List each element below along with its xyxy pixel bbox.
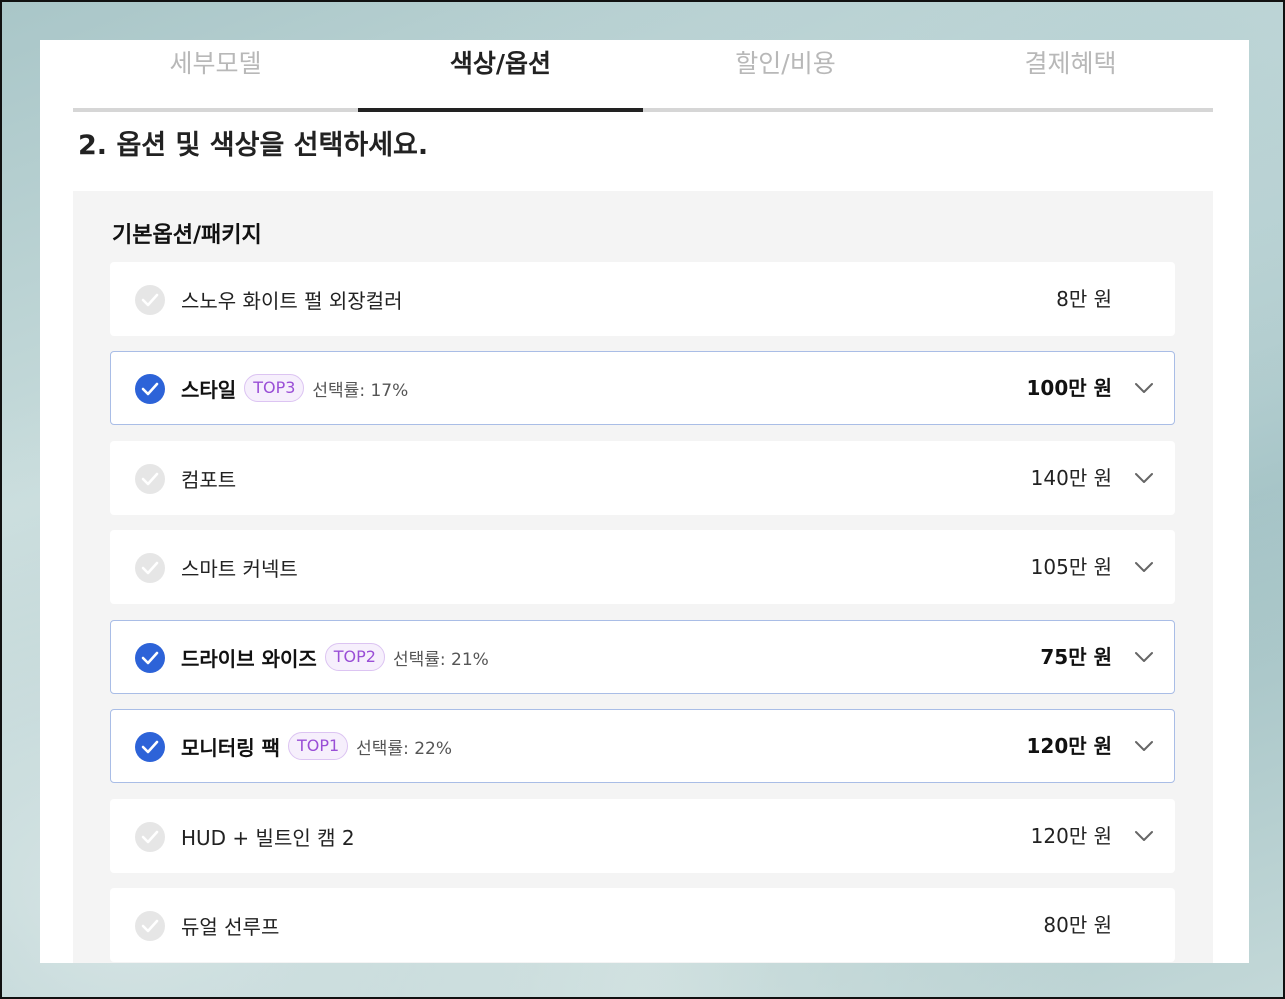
option-item[interactable]: 스노우 화이트 펄 외장컬러 8만 원	[110, 262, 1175, 336]
option-price: 140만 원	[1030, 466, 1112, 490]
option-name: 컴포트	[181, 467, 237, 492]
option-item[interactable]: 듀얼 선루프 80만 원	[110, 888, 1175, 962]
option-item[interactable]: 모니터링 팩 TOP1 선택률: 22% 120만 원	[110, 709, 1175, 783]
option-name: 스노우 화이트 펄 외장컬러	[181, 288, 403, 313]
option-name: 스타일	[181, 377, 237, 402]
option-price: 100만 원	[1026, 376, 1112, 400]
option-price: 8만 원	[1056, 287, 1112, 311]
tab-discount-cost[interactable]: 할인/비용	[643, 40, 928, 108]
step-tabs: 세부모델 색상/옵션 할인/비용 결제혜택	[73, 40, 1213, 112]
top-badge: TOP3	[244, 374, 305, 402]
tab-color-option[interactable]: 색상/옵션	[358, 40, 643, 112]
option-price: 75만 원	[1040, 645, 1112, 669]
check-icon[interactable]	[135, 911, 165, 941]
chevron-down-icon[interactable]	[1134, 470, 1154, 486]
page-title: 2. 옵션 및 색상을 선택하세요.	[78, 130, 429, 161]
basic-options-section: 기본옵션/패키지 스노우 화이트 펄 외장컬러 8만 원 스타일 TOP3 선택…	[73, 191, 1213, 963]
background-frame: 세부모델 색상/옵션 할인/비용 결제혜택 2. 옵션 및 색상을 선택하세요.…	[0, 0, 1285, 999]
option-name: 모니터링 팩	[181, 735, 280, 760]
tab-sub-model[interactable]: 세부모델	[73, 40, 358, 108]
chevron-down-icon[interactable]	[1134, 738, 1154, 754]
option-price: 80만 원	[1043, 913, 1112, 937]
chevron-down-icon[interactable]	[1134, 559, 1154, 575]
option-name: 듀얼 선루프	[181, 914, 280, 939]
check-icon[interactable]	[135, 732, 165, 762]
option-panel: 세부모델 색상/옵션 할인/비용 결제혜택 2. 옵션 및 색상을 선택하세요.…	[40, 40, 1249, 963]
option-name: 드라이브 와이즈	[181, 646, 317, 671]
option-item[interactable]: 드라이브 와이즈 TOP2 선택률: 21% 75만 원	[110, 620, 1175, 694]
option-name: HUD + 빌트인 캠 2	[181, 825, 355, 850]
check-icon[interactable]	[135, 374, 165, 404]
selection-rate: 선택률: 22%	[356, 738, 453, 759]
option-price: 120만 원	[1026, 734, 1112, 758]
selection-rate: 선택률: 17%	[312, 380, 409, 401]
option-name: 스마트 커넥트	[181, 556, 298, 581]
check-icon[interactable]	[135, 643, 165, 673]
option-item[interactable]: 컴포트 140만 원	[110, 441, 1175, 515]
selection-rate: 선택률: 21%	[392, 649, 489, 670]
top-badge: TOP1	[287, 732, 349, 760]
check-icon[interactable]	[135, 285, 165, 315]
check-icon[interactable]	[135, 553, 165, 583]
chevron-down-icon[interactable]	[1134, 828, 1154, 844]
check-icon[interactable]	[135, 464, 165, 494]
option-price: 120만 원	[1030, 824, 1112, 848]
section-title: 기본옵션/패키지	[112, 223, 262, 248]
option-price: 105만 원	[1030, 555, 1112, 579]
option-item[interactable]: 스마트 커넥트 105만 원	[110, 530, 1175, 604]
chevron-down-icon[interactable]	[1134, 380, 1154, 396]
top-badge: TOP2	[324, 643, 385, 671]
option-item[interactable]: 스타일 TOP3 선택률: 17% 100만 원	[110, 351, 1175, 425]
option-item[interactable]: HUD + 빌트인 캠 2 120만 원	[110, 799, 1175, 873]
chevron-down-icon[interactable]	[1134, 649, 1154, 665]
tab-payment-benefit[interactable]: 결제혜택	[928, 40, 1213, 108]
check-icon[interactable]	[135, 822, 165, 852]
